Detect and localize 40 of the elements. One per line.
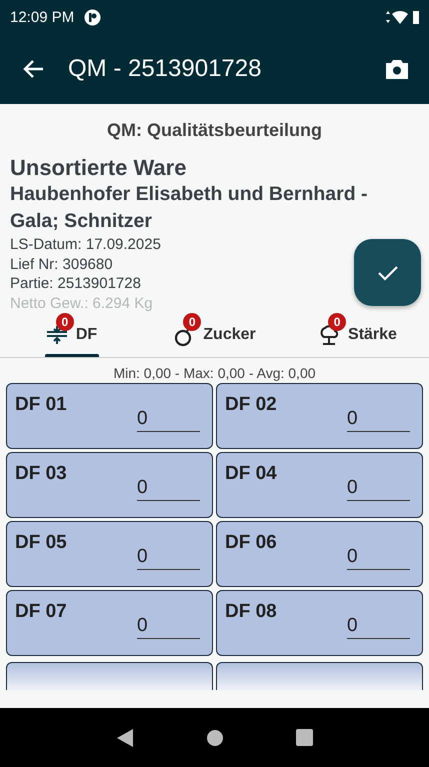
card-label: DF 06 bbox=[225, 532, 277, 555]
tab[interactable]: 0 Zucker bbox=[143, 313, 286, 357]
confirm-button[interactable] bbox=[354, 239, 421, 306]
supplier-name: Haubenhofer Elisabeth und Bernhard - Gala; Schnitzer bbox=[10, 182, 369, 234]
app-bar-title: QM - 2513901728 bbox=[68, 55, 262, 83]
back-arrow-icon[interactable] bbox=[22, 58, 44, 80]
detail-line: LS-Datum: 17.09.2025 bbox=[10, 235, 161, 254]
card-label: DF 07 bbox=[15, 601, 67, 624]
tab[interactable]: 0 Stärke bbox=[286, 313, 429, 357]
card-label: DF 05 bbox=[15, 532, 67, 555]
card-label: DF 04 bbox=[225, 463, 277, 486]
value-field[interactable]: 0 bbox=[347, 613, 410, 639]
value-field[interactable]: 0 bbox=[347, 475, 410, 501]
value-field[interactable]: 0 bbox=[347, 406, 410, 432]
notification-icon bbox=[84, 8, 102, 26]
card-label: DF 02 bbox=[225, 394, 277, 417]
card-label: DF 03 bbox=[15, 463, 67, 486]
card-label: DF 08 bbox=[225, 601, 277, 624]
card-label: DF 01 bbox=[15, 394, 67, 417]
value-field[interactable]: 0 bbox=[137, 406, 200, 432]
back-icon[interactable] bbox=[116, 728, 134, 748]
detail-line: Lief Nr: 309680 bbox=[10, 254, 113, 274]
status-time: 12:09 PM bbox=[10, 8, 74, 26]
value-field[interactable]: 0 bbox=[347, 544, 410, 570]
detail-line: Netto Gew.: 6.294 Kg bbox=[10, 294, 153, 313]
home-icon[interactable] bbox=[206, 728, 224, 746]
check-icon bbox=[376, 264, 398, 282]
camera-icon[interactable] bbox=[385, 58, 409, 80]
section-heading: QM: Qualitätsbeurteilung bbox=[106, 120, 323, 141]
tab[interactable]: 0 DF bbox=[0, 313, 143, 357]
value-field[interactable]: 0 bbox=[137, 613, 200, 639]
count-badge: 0 bbox=[328, 313, 346, 331]
stats-summary: Min: 0,00 - Max: 0,00 - Avg: 0,00 bbox=[112, 365, 317, 381]
value-field[interactable]: 0 bbox=[137, 544, 200, 570]
detail-line: Partie: 2513901728 bbox=[10, 274, 141, 294]
count-badge: 0 bbox=[56, 313, 74, 331]
value-field[interactable]: 0 bbox=[137, 475, 200, 501]
product-title: Unsortierte Ware bbox=[10, 155, 186, 181]
signal-icon bbox=[385, 9, 419, 25]
count-badge: 0 bbox=[183, 313, 202, 331]
